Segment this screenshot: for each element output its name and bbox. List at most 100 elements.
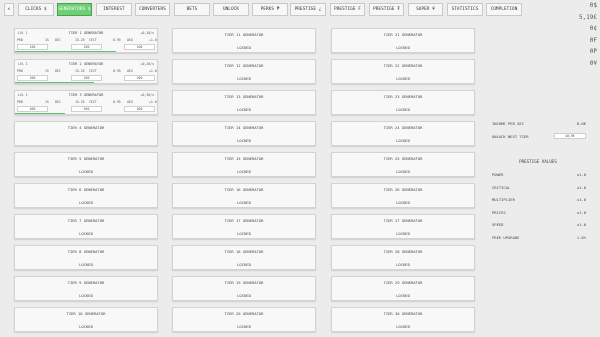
- generator-card-locked: TIER 20 GENERATOR LOCKED: [172, 307, 316, 332]
- locked-status: LOCKED: [237, 324, 251, 329]
- tab-perks[interactable]: PERKS ₱: [252, 3, 288, 16]
- generator-title: TIER 18 GENERATOR: [224, 249, 264, 254]
- locked-status: LOCKED: [396, 138, 410, 143]
- tab-clicks[interactable]: CLICKS $: [18, 3, 54, 16]
- unlock-next-tier-button[interactable]: 40,0€: [554, 133, 586, 139]
- generator-stat: 1S: [45, 69, 49, 73]
- generator-stats: PRD 1S DEC 15.25 CECT 0.95 AEG +1.0: [17, 38, 157, 43]
- generator-stat: 1S: [45, 100, 49, 104]
- tab-prestige[interactable]: PRESTIGE ₮: [369, 3, 404, 16]
- generator-card-locked: TIER 11 GENERATOR LOCKED: [172, 28, 316, 53]
- currency-readout: 0$ 5,19€ 0¢ 0F 0P 0¥: [567, 0, 597, 69]
- tab-statistics[interactable]: STATISTICS: [447, 3, 483, 16]
- locked-status: LOCKED: [237, 45, 251, 50]
- buy-button[interactable]: 200: [17, 75, 48, 81]
- generator-title: TIER 19 GENERATOR: [224, 280, 264, 285]
- prestige-label: CRITICAL: [492, 184, 511, 190]
- prestige-value: x1.0: [576, 197, 586, 203]
- generator-stat: CECT: [89, 100, 97, 104]
- generator-title: TIER 28 GENERATOR: [383, 249, 423, 254]
- generator-card-locked: TIER 18 GENERATOR LOCKED: [172, 245, 316, 270]
- tab-unlock[interactable]: UNLOCK: [213, 3, 249, 16]
- generator-card-locked: TIER 5 GENERATOR LOCKED: [14, 152, 158, 177]
- locked-status: LOCKED: [237, 262, 251, 267]
- generator-title: TIER 29 GENERATOR: [383, 280, 423, 285]
- generator-card-locked: TIER 7 GENERATOR LOCKED: [14, 214, 158, 239]
- generator-card-locked: TIER 4 GENERATOR: [14, 121, 158, 146]
- tab-super[interactable]: SUPER ¥: [408, 3, 443, 16]
- generator-title: TIER 17 GENERATOR: [224, 218, 264, 223]
- generator-card: LVL 1 TIER 3 GENERATOR +0,30/s PRD 1S DEC 1…: [14, 90, 158, 115]
- generator-title: TIER 2 GENERATOR: [68, 62, 104, 66]
- locked-status: LOCKED: [396, 200, 410, 205]
- generator-title: TIER 3 GENERATOR: [68, 93, 104, 97]
- generator-stat: 15.25: [75, 100, 85, 104]
- top-tab-bar: < CLICKS $ GENERATORS $ INTEREST CONVERTERS B…: [0, 3, 560, 17]
- tab-interest[interactable]: INTEREST: [96, 3, 132, 16]
- generator-title: TIER 14 GENERATOR: [224, 125, 264, 130]
- currency-value: 0F: [589, 36, 597, 44]
- locked-status: LOCKED: [237, 138, 251, 143]
- generator-title: TIER 24 GENERATOR: [383, 125, 423, 130]
- generator-card-locked: TIER 25 GENERATOR LOCKED: [331, 152, 475, 177]
- generator-stats: PRD 1S DEC 15.25 CECT 0.95 AEG +1.0: [17, 69, 157, 74]
- buy-button[interactable]: 100: [71, 44, 102, 50]
- tab-converters[interactable]: CONVERTERS: [135, 3, 170, 16]
- generator-card-locked: TIER 17 GENERATOR LOCKED: [172, 214, 316, 239]
- tab-prestige-f[interactable]: PRESTIGE F: [330, 3, 365, 16]
- buy-button[interactable]: 100: [124, 44, 155, 50]
- buy-button[interactable]: 400: [124, 106, 155, 112]
- locked-status: LOCKED: [237, 200, 251, 205]
- generator-card-locked: TIER 8 GENERATOR LOCKED: [14, 245, 158, 270]
- prestige-value: 1.0%: [576, 235, 586, 240]
- buy-button[interactable]: 400: [17, 106, 48, 112]
- locked-status: LOCKED: [79, 324, 93, 329]
- generator-stat: CECT: [89, 38, 97, 42]
- generator-stat: AEG: [127, 100, 133, 104]
- generator-title: TIER 23 GENERATOR: [383, 94, 423, 99]
- generator-card-locked: TIER 28 GENERATOR LOCKED: [331, 245, 475, 270]
- income-label: INCOME PER SEC: [492, 121, 525, 126]
- locked-status: LOCKED: [79, 293, 93, 298]
- generator-card-locked: TIER 23 GENERATOR LOCKED: [331, 90, 475, 115]
- tab-completion[interactable]: COMPLETION: [486, 3, 522, 16]
- generator-rate: +0,30/s: [140, 93, 154, 97]
- generator-title: TIER 30 GENERATOR: [383, 311, 423, 316]
- locked-status: LOCKED: [79, 200, 93, 205]
- buy-button[interactable]: 200: [124, 75, 155, 81]
- generator-title: TIER 25 GENERATOR: [383, 156, 423, 161]
- generator-stat: +1.0: [149, 69, 157, 73]
- generator-card-locked: TIER 19 GENERATOR LOCKED: [172, 276, 316, 301]
- currency-value: 0P: [589, 48, 597, 55]
- generator-title: TIER 4 GENERATOR: [67, 125, 105, 130]
- generator-stats: PRD 1S DEC 15.25 CECT 0.95 AEG +1.0: [17, 100, 157, 105]
- locked-status: LOCKED: [79, 262, 93, 267]
- locked-status: LOCKED: [396, 262, 410, 267]
- generator-title: TIER 7 GENERATOR: [67, 218, 105, 223]
- prestige-label: FREE UPGRADE: [492, 235, 520, 240]
- generator-title: TIER 11 GENERATOR: [224, 32, 264, 37]
- tab-prestige[interactable]: PRESTIGE ¿: [290, 3, 326, 16]
- generator-card: LVL 1 TIER 2 GENERATOR +0,20/s PRD 1S DEC 1…: [14, 59, 158, 84]
- tab-bets[interactable]: BETS: [174, 3, 210, 16]
- generator-title: TIER 13 GENERATOR: [224, 94, 264, 99]
- generator-title: TIER 26 GENERATOR: [383, 187, 423, 192]
- buy-button[interactable]: 200: [71, 75, 102, 81]
- tab-generators[interactable]: GENERATORS $: [57, 3, 92, 16]
- generator-card-locked: TIER 14 GENERATOR LOCKED: [172, 121, 316, 146]
- locked-status: LOCKED: [396, 76, 410, 81]
- generator-stat: 15.25: [75, 38, 85, 42]
- locked-status: LOCKED: [396, 107, 410, 112]
- buy-button[interactable]: 400: [71, 106, 102, 112]
- buy-button[interactable]: 100: [17, 44, 48, 50]
- generator-progress-bar: [15, 50, 116, 52]
- generator-progress-bar: [15, 112, 65, 114]
- generator-title: TIER 27 GENERATOR: [383, 218, 423, 223]
- tab-<[interactable]: <: [4, 3, 14, 16]
- locked-status: LOCKED: [237, 169, 251, 174]
- locked-status: LOCKED: [237, 76, 251, 81]
- currency-value: 5,19€: [578, 13, 597, 21]
- prestige-value: x1.0: [576, 172, 586, 177]
- unlock-next-tier-label: UNLOCK NEXT TIER: [492, 134, 529, 139]
- prestige-label: POWER: [492, 172, 504, 177]
